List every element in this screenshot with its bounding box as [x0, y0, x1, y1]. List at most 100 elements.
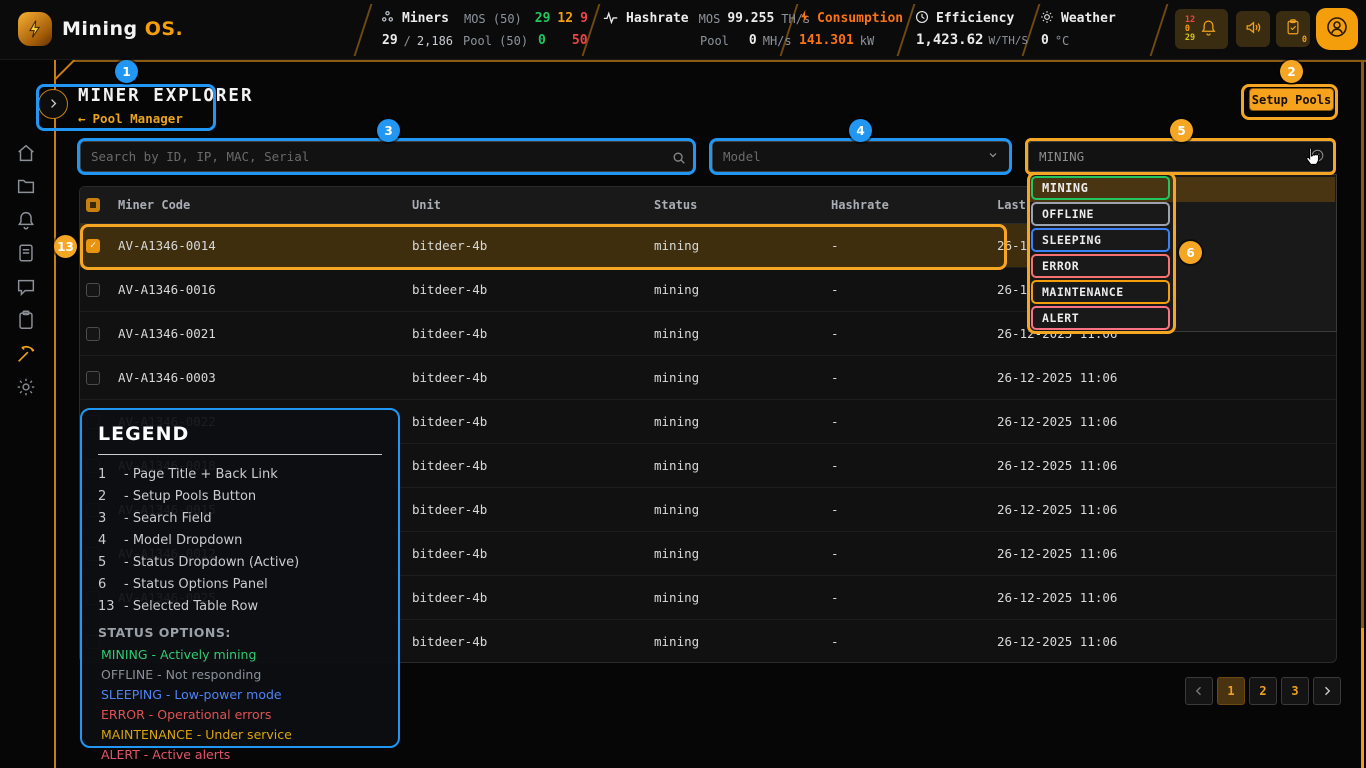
chevron-right-icon [47, 95, 60, 114]
legend-status-line: OFFLINE - Not responding [98, 667, 382, 682]
sidebar-item-clipboard[interactable] [15, 309, 37, 331]
cell-status: mining [654, 546, 831, 561]
efficiency-value: 1,423.62 [916, 32, 983, 48]
cell-unit: bitdeer-4b [412, 282, 654, 297]
brand-logo[interactable]: Mining OS. [18, 12, 183, 46]
efficiency-unit: W/TH/S [988, 34, 1028, 47]
legend-item: 6- Status Options Panel [98, 577, 382, 592]
user-icon [1325, 15, 1349, 43]
clipboard-check-icon [1284, 18, 1302, 40]
pagination-prev-button[interactable] [1185, 677, 1213, 705]
sidebar-item-settings[interactable] [15, 376, 37, 398]
miners-pool-label: Pool (50) [463, 34, 528, 48]
pulse-icon [603, 9, 619, 28]
cell-status: mining [654, 282, 831, 297]
cell-last-seen: 26-12-2025 11:06 [997, 634, 1336, 649]
cell-last-seen: 26-12-2025 11:06 [997, 590, 1336, 605]
tasks-button[interactable]: 0 [1276, 11, 1310, 47]
legend-item: 3- Search Field [98, 511, 382, 526]
clock-icon [915, 9, 929, 28]
legend-item: 5- Status Dropdown (Active) [98, 555, 382, 570]
search-input[interactable] [81, 142, 695, 171]
sidebar-item-mining-active[interactable] [15, 343, 37, 365]
legend-item: 4- Model Dropdown [98, 533, 382, 548]
pagination-page-button[interactable]: 2 [1249, 677, 1277, 705]
setup-pools-button[interactable]: Setup Pools [1249, 88, 1334, 111]
cell-miner-code: AV-A1346-0021 [118, 326, 412, 341]
weather-unit: °C [1055, 34, 1069, 48]
mining-os-app: Mining OS. Miners MOS (50) 29 12 9 29 / … [0, 0, 1366, 768]
notifications-button[interactable]: 12 0 29 [1175, 9, 1228, 49]
row-checkbox[interactable]: ✓ [86, 239, 100, 253]
column-header-hashrate[interactable]: Hashrate [831, 198, 997, 212]
content-frame-top [74, 60, 1366, 62]
sidebar-item-chat[interactable] [15, 276, 37, 298]
announcements-button[interactable] [1236, 11, 1270, 47]
search-icon [672, 150, 686, 169]
cell-status: mining [654, 326, 831, 341]
status-value: MINING [1039, 149, 1084, 164]
legend-status-line: ERROR - Operational errors [98, 707, 382, 722]
status-option[interactable]: OFFLINE [1031, 202, 1170, 226]
cell-last-seen: 26-12-2025 11:06 [997, 370, 1336, 385]
pagination: 123 [1185, 677, 1341, 705]
cell-hashrate: - [831, 634, 997, 649]
cell-unit: bitdeer-4b [412, 590, 654, 605]
legend-title: LEGEND [98, 423, 382, 445]
consumption-stat: Consumption 141.301 kW [798, 0, 903, 60]
select-all-checkbox[interactable] [86, 198, 100, 212]
content-frame-left [54, 60, 56, 768]
pagination-page-button[interactable]: 1 [1217, 677, 1245, 705]
clear-icon[interactable] [1311, 149, 1324, 165]
column-header-miner-code[interactable]: Miner Code [118, 198, 412, 212]
status-option[interactable]: ALERT [1031, 306, 1170, 330]
hashrate-pool-unit: MH/s [763, 34, 792, 48]
search-field[interactable] [80, 141, 696, 172]
annotation-badge: 1 [115, 60, 138, 83]
back-link-pool-manager[interactable]: ← Pool Manager [78, 111, 183, 126]
cell-status: mining [654, 502, 831, 517]
row-checkbox[interactable] [86, 371, 100, 385]
sidebar-collapse-button[interactable] [38, 89, 68, 119]
annotation-badge: 13 [54, 235, 77, 258]
model-dropdown[interactable]: Model [712, 141, 1010, 172]
pagination-page-button[interactable]: 3 [1281, 677, 1309, 705]
model-placeholder: Model [723, 149, 761, 164]
column-header-unit[interactable]: Unit [412, 198, 654, 212]
header-divider [1150, 4, 1169, 56]
cell-status: mining [654, 238, 831, 253]
cell-last-seen: 26-12-2025 11:06 [997, 458, 1336, 473]
status-dropdown[interactable]: MINING [1028, 141, 1335, 172]
table-row[interactable]: AV-A1346-0003 bitdeer-4b mining - 26-12-… [80, 356, 1336, 400]
annotation-badge: 2 [1280, 60, 1303, 83]
left-sidebar [0, 60, 54, 768]
cell-status: mining [654, 590, 831, 605]
cell-unit: bitdeer-4b [412, 238, 654, 253]
cell-status: mining [654, 634, 831, 649]
row-checkbox[interactable] [86, 327, 100, 341]
status-option[interactable]: MINING [1031, 176, 1170, 200]
status-option[interactable]: MAINTENANCE [1031, 280, 1170, 304]
sidebar-item-notifications[interactable] [15, 209, 37, 231]
column-header-status[interactable]: Status [654, 198, 831, 212]
sidebar-item-folder[interactable] [15, 175, 37, 197]
annotation-badge: 5 [1170, 119, 1193, 142]
tasks-badge: 0 [1302, 35, 1307, 45]
pagination-next-button[interactable] [1313, 677, 1341, 705]
top-header: Mining OS. Miners MOS (50) 29 12 9 29 / … [0, 0, 1366, 60]
legend-status-line: ALERT - Active alerts [98, 747, 382, 762]
sidebar-item-home[interactable] [15, 142, 37, 164]
brand-name: Mining OS. [62, 18, 183, 40]
legend-statuses: MINING - Actively miningOFFLINE - Not re… [98, 647, 382, 762]
miners-mos-amber: 12 [557, 11, 573, 26]
cell-hashrate: - [831, 590, 997, 605]
miners-pool-green: 0 [538, 33, 546, 48]
sidebar-item-document[interactable] [15, 242, 37, 264]
miners-label: Miners [402, 11, 449, 26]
status-option[interactable]: ERROR [1031, 254, 1170, 278]
cell-unit: bitdeer-4b [412, 414, 654, 429]
cell-status: mining [654, 458, 831, 473]
row-checkbox[interactable] [86, 283, 100, 297]
account-button[interactable] [1316, 8, 1358, 50]
status-option[interactable]: SLEEPING [1031, 228, 1170, 252]
